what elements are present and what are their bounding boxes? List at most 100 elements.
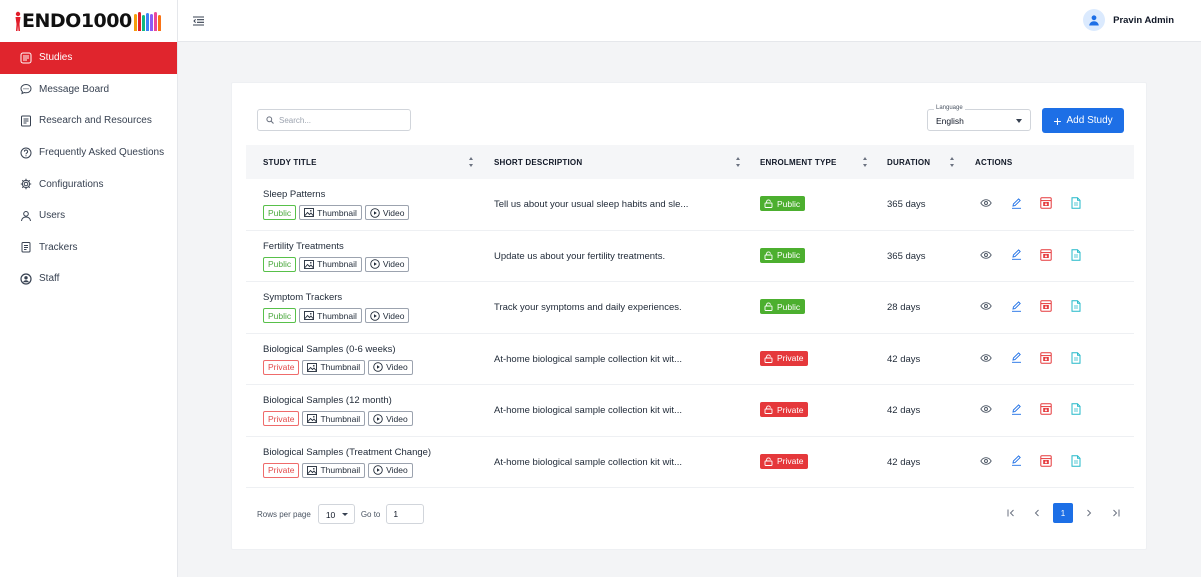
- logo[interactable]: ENDO1000: [0, 0, 177, 42]
- view-icon[interactable]: [980, 403, 992, 415]
- short-description: At-home biological sample collection kit…: [494, 353, 682, 365]
- view-icon[interactable]: [980, 197, 992, 209]
- sidebar-item-users[interactable]: Users: [0, 200, 177, 232]
- column-header-duration[interactable]: DURATION: [887, 145, 930, 179]
- column-header-short-description[interactable]: SHORT DESCRIPTION: [494, 145, 582, 179]
- sidebar: ENDO1000 Studies Message Board Research …: [0, 0, 178, 577]
- user-name: Pravin Admin: [1113, 14, 1174, 26]
- message-icon: [19, 82, 33, 96]
- video-tag[interactable]: Video: [368, 462, 413, 478]
- sort-icon[interactable]: [735, 157, 741, 167]
- play-icon: [373, 362, 383, 372]
- rows-per-page-label: Rows per page: [257, 509, 311, 519]
- thumbnail-tag[interactable]: Thumbnail: [299, 308, 362, 323]
- archive-icon[interactable]: [1040, 197, 1052, 209]
- search-box[interactable]: [257, 109, 411, 131]
- video-tag[interactable]: Video: [364, 256, 410, 272]
- sort-icon[interactable]: [862, 157, 868, 167]
- duration: 42 days: [887, 353, 921, 365]
- column-header-study-title[interactable]: STUDY TITLE: [263, 145, 317, 179]
- first-page-icon[interactable]: [998, 503, 1024, 523]
- language-label: Language: [934, 105, 965, 111]
- edit-icon[interactable]: [1010, 249, 1022, 261]
- staff-icon: [19, 272, 33, 286]
- thumbnail-tag[interactable]: Thumbnail: [299, 205, 362, 220]
- sidebar-item-studies[interactable]: Studies: [0, 42, 177, 74]
- language-select[interactable]: Language English: [927, 105, 1031, 131]
- clipboard-icon: [19, 240, 33, 254]
- view-icon[interactable]: [980, 352, 992, 364]
- sidebar-item-configurations[interactable]: Configurations: [0, 168, 177, 200]
- archive-icon[interactable]: [1040, 454, 1052, 467]
- sidebar-item-staff[interactable]: Staff: [0, 263, 177, 295]
- edit-icon[interactable]: [1010, 403, 1022, 415]
- play-icon: [370, 310, 380, 321]
- archive-icon[interactable]: [1040, 403, 1052, 415]
- view-icon[interactable]: [980, 249, 992, 261]
- report-icon[interactable]: [1070, 300, 1082, 312]
- last-page-icon[interactable]: [1102, 503, 1128, 523]
- enrolment-badge: Public: [760, 196, 806, 211]
- thumbnail-tag[interactable]: Thumbnail: [299, 256, 362, 272]
- sidebar-item-label: Studies: [39, 52, 73, 64]
- edit-icon[interactable]: [1010, 352, 1022, 364]
- edit-icon[interactable]: [1010, 197, 1022, 209]
- thumbnail-label: Thumbnail: [317, 259, 357, 269]
- enrolment-label: Private: [777, 456, 804, 466]
- video-tag[interactable]: Video: [364, 205, 410, 220]
- view-icon[interactable]: [980, 300, 992, 312]
- table-row: Sleep Patterns Public Thumbnail Video Te…: [246, 179, 1134, 231]
- search-input[interactable]: [279, 115, 399, 125]
- duration: 365 days: [887, 250, 926, 262]
- report-icon[interactable]: [1070, 403, 1082, 415]
- sort-icon[interactable]: [468, 157, 474, 167]
- sort-icon[interactable]: [949, 157, 955, 167]
- rows-per-page-select[interactable]: 10: [317, 504, 355, 524]
- report-icon[interactable]: [1070, 248, 1082, 261]
- thumbnail-tag[interactable]: Thumbnail: [302, 411, 366, 426]
- goto-page-input[interactable]: [386, 504, 425, 524]
- edit-icon[interactable]: [1010, 455, 1022, 467]
- menu-toggle-icon[interactable]: [191, 14, 205, 28]
- column-header-enrolment-type[interactable]: ENROLMENT TYPE: [760, 145, 837, 179]
- search-icon: [266, 116, 274, 124]
- video-label: Video: [382, 310, 405, 321]
- sidebar-item-faq[interactable]: Frequently Asked Questions: [0, 137, 177, 169]
- page-button-current[interactable]: 1: [1053, 503, 1073, 523]
- previous-page-icon[interactable]: [1024, 503, 1050, 523]
- next-page-icon[interactable]: [1076, 503, 1102, 523]
- view-icon[interactable]: [980, 455, 992, 467]
- thumbnail-tag[interactable]: Thumbnail: [302, 462, 366, 478]
- sidebar-item-research-and-resources[interactable]: Research and Resources: [0, 105, 177, 137]
- language-value: English: [936, 116, 964, 126]
- video-tag[interactable]: Video: [364, 308, 410, 323]
- report-icon[interactable]: [1070, 454, 1082, 467]
- studies-icon: [19, 51, 33, 65]
- row-actions: [980, 197, 1082, 209]
- avatar: [1083, 9, 1106, 31]
- sidebar-item-trackers[interactable]: Trackers: [0, 232, 177, 264]
- short-description: Update us about your fertility treatment…: [494, 250, 666, 262]
- edit-icon[interactable]: [1010, 300, 1022, 312]
- access-tag: Private: [263, 411, 300, 426]
- video-tag[interactable]: Video: [368, 359, 413, 375]
- user-menu[interactable]: Pravin Admin: [1083, 9, 1174, 31]
- gear-icon: [19, 177, 33, 191]
- logo-people-icon: [133, 11, 161, 31]
- archive-icon[interactable]: [1040, 351, 1052, 364]
- study-tags: Public Thumbnail Video: [263, 205, 410, 220]
- image-icon: [307, 465, 318, 475]
- report-icon[interactable]: [1070, 351, 1082, 364]
- archive-icon[interactable]: [1040, 300, 1052, 312]
- column-label: ACTIONS: [975, 157, 1013, 167]
- archive-icon[interactable]: [1040, 248, 1052, 261]
- row-actions: [980, 248, 1082, 261]
- report-icon[interactable]: [1070, 197, 1082, 209]
- sidebar-item-label: Trackers: [39, 241, 78, 253]
- add-study-button[interactable]: + Add Study: [1042, 108, 1124, 133]
- video-tag[interactable]: Video: [368, 411, 413, 426]
- sidebar-item-message-board[interactable]: Message Board: [0, 74, 177, 106]
- column-label: DURATION: [887, 157, 931, 167]
- enrolment-label: Private: [777, 353, 804, 363]
- thumbnail-tag[interactable]: Thumbnail: [302, 359, 366, 375]
